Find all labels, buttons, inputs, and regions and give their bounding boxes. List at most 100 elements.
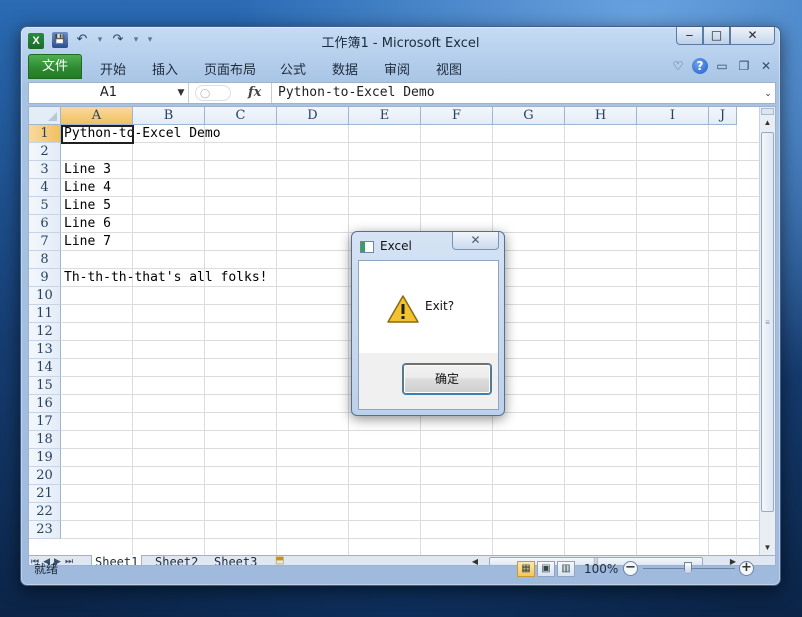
gridline-horizontal [61, 520, 761, 521]
formula-bar-grip[interactable]: ◯ [195, 85, 231, 101]
maximize-button[interactable]: □ [703, 27, 730, 45]
page-layout-view-icon[interactable]: ▣ [537, 561, 555, 577]
workbook-restore-icon[interactable]: ❐ [736, 58, 752, 74]
ok-button[interactable]: 确定 [403, 364, 491, 394]
ribbon-collapse-icon[interactable]: ♡ [670, 58, 686, 74]
row-header-2[interactable]: 2 [29, 143, 61, 161]
row-header-17[interactable]: 17 [29, 413, 61, 431]
row-header-9[interactable]: 9 [29, 269, 61, 287]
tab-insert[interactable]: 插入 [152, 59, 178, 78]
cell-a9[interactable]: Th-th-th-that's all folks! [64, 269, 268, 287]
workbook-minimize-icon[interactable]: ▭ [714, 58, 730, 74]
vertical-scrollbar[interactable]: ▲ ≡ ▼ [759, 107, 775, 555]
ribbon-tabs: 文件 开始 插入 页面布局 公式 数据 审阅 视图 ♡ ? ▭ ❐ ✕ [21, 54, 780, 80]
cell-a6[interactable]: Line 6 [64, 215, 111, 233]
column-header-d[interactable]: D [277, 107, 349, 125]
column-header-j[interactable]: J [709, 107, 737, 125]
zoom-slider-thumb[interactable] [684, 562, 692, 574]
row-header-22[interactable]: 22 [29, 503, 61, 521]
warning-icon [387, 295, 419, 323]
normal-view-icon[interactable]: ▦ [517, 561, 535, 577]
row-header-23[interactable]: 23 [29, 521, 61, 539]
formula-input[interactable]: Python-to-Excel Demo [271, 83, 761, 103]
tab-view[interactable]: 视图 [436, 59, 462, 78]
column-header-b[interactable]: B [133, 107, 205, 125]
row-header-4[interactable]: 4 [29, 179, 61, 197]
dialog-app-icon [360, 241, 374, 253]
row-header-13[interactable]: 13 [29, 341, 61, 359]
message-dialog: Excel ✕ Exit? 确定 [351, 231, 505, 416]
row-header-11[interactable]: 11 [29, 305, 61, 323]
row-header-1[interactable]: 1 [29, 125, 61, 143]
row-header-10[interactable]: 10 [29, 287, 61, 305]
gridline-horizontal [61, 160, 761, 161]
column-header-c[interactable]: C [205, 107, 277, 125]
cell-a3[interactable]: Line 3 [64, 161, 111, 179]
gridline-horizontal [61, 466, 761, 467]
row-header-5[interactable]: 5 [29, 197, 61, 215]
row-header-20[interactable]: 20 [29, 467, 61, 485]
column-header-h[interactable]: H [565, 107, 637, 125]
formula-expand-icon[interactable]: ⌄ [761, 83, 775, 103]
ribbon-right-controls: ♡ ? ▭ ❐ ✕ [670, 58, 774, 74]
zoom-in-icon[interactable]: + [739, 561, 754, 576]
scroll-up-icon[interactable]: ▲ [760, 117, 775, 129]
row-header-21[interactable]: 21 [29, 485, 61, 503]
cell-a7[interactable]: Line 7 [64, 233, 111, 251]
split-handle[interactable] [761, 108, 774, 115]
tab-data[interactable]: 数据 [332, 59, 358, 78]
row-header-8[interactable]: 8 [29, 251, 61, 269]
zoom-out-icon[interactable]: − [623, 561, 638, 576]
help-icon[interactable]: ? [692, 58, 708, 74]
cell-a5[interactable]: Line 5 [64, 197, 111, 215]
vertical-scroll-thumb[interactable]: ≡ [761, 132, 774, 512]
gridline-horizontal [61, 196, 761, 197]
gridline-horizontal [61, 538, 761, 539]
page-break-view-icon[interactable]: ▥ [557, 561, 575, 577]
gridline-horizontal [61, 448, 761, 449]
gridline-horizontal [61, 502, 761, 503]
name-box[interactable]: A1 [29, 83, 189, 103]
column-header-a[interactable]: A [61, 107, 133, 125]
title-bar[interactable]: X 💾 ↶ ▾ ↷ ▾ ▾ 工作簿1 - Microsoft Excel ‒ □… [21, 27, 780, 53]
tab-file[interactable]: 文件 [28, 54, 82, 79]
gridline-horizontal [61, 178, 761, 179]
tab-review[interactable]: 审阅 [384, 59, 410, 78]
column-header-g[interactable]: G [493, 107, 565, 125]
status-text: 就绪 [34, 562, 59, 576]
row-header-3[interactable]: 3 [29, 161, 61, 179]
scroll-down-icon[interactable]: ▼ [760, 542, 775, 554]
minimize-button[interactable]: ‒ [676, 27, 703, 45]
dialog-body: Exit? 确定 [358, 260, 499, 410]
status-bar: 就绪 ▦ ▣ ▥ 100% − + [21, 557, 780, 581]
row-header-15[interactable]: 15 [29, 377, 61, 395]
row-header-12[interactable]: 12 [29, 323, 61, 341]
close-button[interactable]: ✕ [730, 27, 775, 45]
zoom-level[interactable]: 100% [584, 557, 618, 581]
row-header-16[interactable]: 16 [29, 395, 61, 413]
cell-a4[interactable]: Line 4 [64, 179, 111, 197]
column-header-f[interactable]: F [421, 107, 493, 125]
tab-home[interactable]: 开始 [100, 59, 126, 78]
gridline-horizontal [61, 430, 761, 431]
gridline-horizontal [61, 484, 761, 485]
select-all-corner[interactable] [29, 107, 61, 125]
dialog-message: Exit? [425, 299, 455, 313]
dialog-title: Excel [380, 239, 412, 253]
name-box-dropdown-icon[interactable]: ▼ [174, 83, 188, 103]
tab-formulas[interactable]: 公式 [280, 59, 306, 78]
workbook-close-icon[interactable]: ✕ [758, 58, 774, 74]
row-header-18[interactable]: 18 [29, 431, 61, 449]
row-header-14[interactable]: 14 [29, 359, 61, 377]
view-buttons: ▦ ▣ ▥ [517, 561, 575, 577]
formula-bar: A1 ▼ ◯ fx Python-to-Excel Demo ⌄ [28, 82, 776, 104]
dialog-close-button[interactable]: ✕ [452, 232, 499, 250]
tab-page-layout[interactable]: 页面布局 [204, 59, 256, 78]
column-header-i[interactable]: I [637, 107, 709, 125]
row-header-6[interactable]: 6 [29, 215, 61, 233]
column-header-e[interactable]: E [349, 107, 421, 125]
window-title: 工作簿1 - Microsoft Excel [321, 36, 480, 51]
insert-function-icon[interactable]: fx [248, 83, 261, 103]
row-header-7[interactable]: 7 [29, 233, 61, 251]
row-header-19[interactable]: 19 [29, 449, 61, 467]
